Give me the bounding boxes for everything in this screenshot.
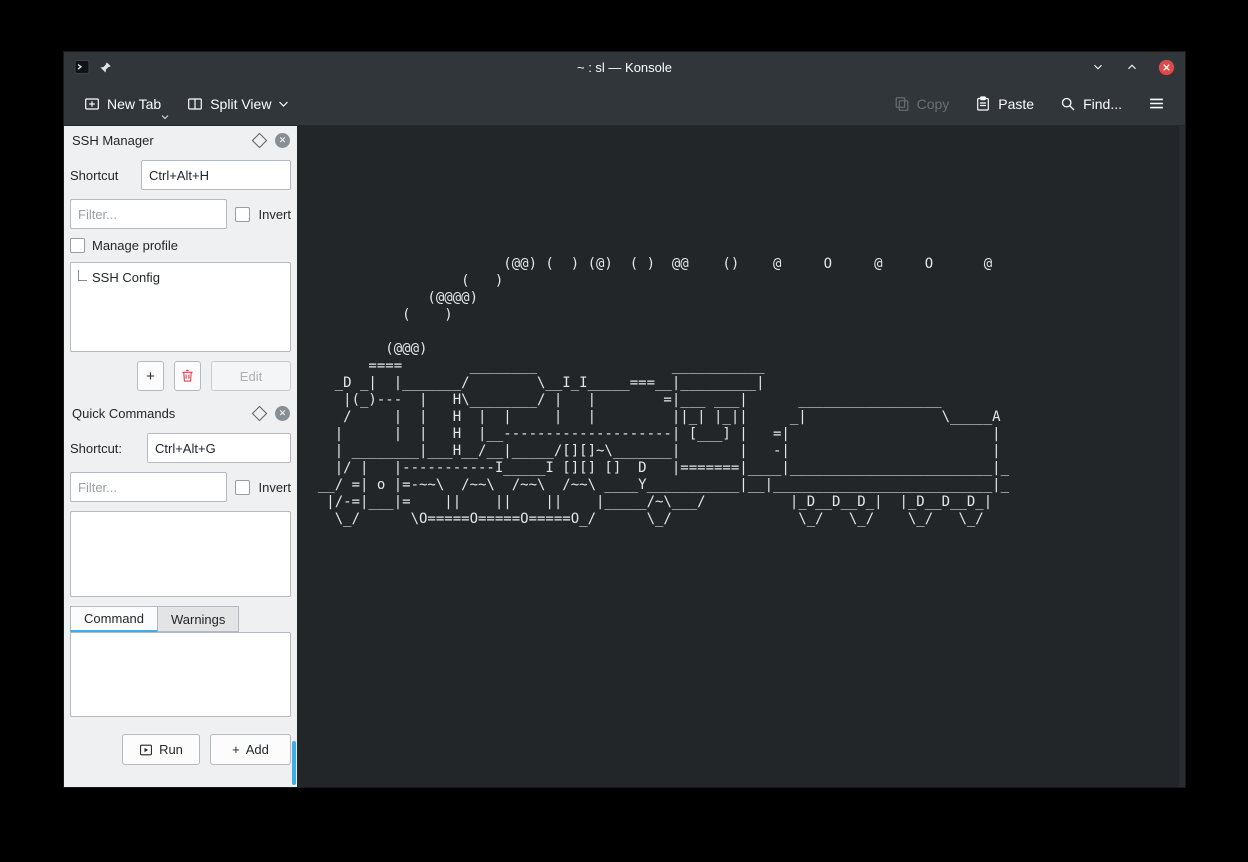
- quick-commands-body: Shortcut: Invert Command Warnings: [64, 427, 297, 773]
- qc-invert-label: Invert: [258, 480, 291, 495]
- copy-label: Copy: [917, 96, 950, 112]
- split-view-label: Split View: [210, 96, 271, 112]
- new-tab-icon: [84, 96, 100, 112]
- delete-ssh-button[interactable]: [174, 361, 201, 391]
- ssh-manager-body: Shortcut Invert Manage profile: [64, 154, 297, 399]
- terminal-scrollbar[interactable]: [1179, 126, 1185, 787]
- titlebar[interactable]: ~ : sl — Konsole: [64, 52, 1185, 82]
- close-panel-icon[interactable]: ✕: [275, 406, 290, 421]
- float-panel-icon[interactable]: [252, 132, 268, 148]
- ssh-invert-label: Invert: [258, 207, 291, 222]
- edit-ssh-button[interactable]: Edit: [211, 361, 291, 391]
- add-ssh-button[interactable]: +: [137, 361, 164, 391]
- tree-branch-icon: [78, 270, 87, 281]
- new-tab-label: New Tab: [107, 96, 161, 112]
- titlebar-right: [955, 58, 1175, 76]
- ascii-train-art: (@@) ( ) (@) ( ) @@ () @ O @ O @ ( ) (@@…: [297, 126, 1185, 528]
- new-tab-button[interactable]: New Tab: [76, 89, 169, 119]
- titlebar-left: [74, 59, 294, 75]
- sidebar: SSH Manager ✕ Shortcut Invert: [64, 126, 297, 787]
- run-label: Run: [159, 742, 183, 757]
- manage-profile-label: Manage profile: [92, 238, 178, 253]
- search-icon: [1060, 96, 1076, 112]
- qc-command-list[interactable]: [70, 511, 291, 597]
- terminal-display[interactable]: (@@) ( ) (@) ( ) @@ () @ O @ O @ ( ) (@@…: [297, 126, 1185, 787]
- split-view-icon: [187, 96, 203, 112]
- sidebar-scrollbar-thumb[interactable]: [292, 741, 296, 785]
- find-label: Find...: [1083, 96, 1122, 112]
- tree-item-label: SSH Config: [92, 270, 160, 285]
- qc-shortcut-input[interactable]: [147, 433, 291, 463]
- trash-icon: [181, 369, 194, 383]
- split-view-button[interactable]: Split View: [179, 89, 297, 119]
- ssh-manager-header[interactable]: SSH Manager ✕: [64, 126, 297, 154]
- ssh-manager-panel: SSH Manager ✕ Shortcut Invert: [64, 126, 297, 399]
- add-command-button[interactable]: + Add: [210, 734, 291, 765]
- konsole-window: ~ : sl — Konsole: [64, 52, 1185, 787]
- paste-label: Paste: [998, 96, 1034, 112]
- plus-icon: +: [146, 368, 155, 385]
- qc-shortcut-label: Shortcut:: [70, 441, 122, 456]
- copy-icon: [894, 96, 910, 112]
- quick-commands-panel: Quick Commands ✕ Shortcut: Invert: [64, 399, 297, 773]
- maximize-button[interactable]: [1123, 58, 1141, 76]
- new-tab-menu-caret[interactable]: [161, 114, 169, 120]
- chevron-down-icon: [278, 100, 289, 108]
- plus-icon: +: [232, 742, 240, 757]
- qc-filter-input[interactable]: [70, 472, 227, 502]
- window-title: ~ : sl — Konsole: [294, 60, 955, 75]
- konsole-app-icon: [74, 59, 90, 75]
- qc-invert-checkbox[interactable]: [235, 480, 250, 495]
- tab-command[interactable]: Command: [70, 606, 158, 632]
- float-panel-icon[interactable]: [252, 405, 268, 421]
- paste-icon: [975, 96, 991, 112]
- minimize-button[interactable]: [1089, 58, 1107, 76]
- ssh-manager-title: SSH Manager: [72, 133, 244, 148]
- close-button[interactable]: [1157, 58, 1175, 76]
- paste-button[interactable]: Paste: [967, 89, 1042, 119]
- list-item[interactable]: SSH Config: [71, 263, 290, 285]
- ssh-shortcut-label: Shortcut: [70, 168, 118, 183]
- close-panel-icon[interactable]: ✕: [275, 133, 290, 148]
- quick-commands-header[interactable]: Quick Commands ✕: [64, 399, 297, 427]
- ssh-shortcut-input[interactable]: [141, 160, 291, 190]
- find-button[interactable]: Find...: [1052, 89, 1130, 119]
- hamburger-icon: [1148, 95, 1165, 112]
- menu-button[interactable]: [1140, 88, 1173, 119]
- toolbar: New Tab Split View: [64, 82, 1185, 126]
- copy-button[interactable]: Copy: [886, 89, 958, 119]
- manage-profile-checkbox[interactable]: [70, 238, 85, 253]
- add-label: Add: [246, 742, 269, 757]
- qc-tab-bar: Command Warnings: [70, 606, 291, 632]
- ssh-profile-list[interactable]: SSH Config: [70, 262, 291, 352]
- desktop-background: ~ : sl — Konsole: [0, 0, 1248, 862]
- command-editor[interactable]: [70, 632, 291, 717]
- window-content: SSH Manager ✕ Shortcut Invert: [64, 126, 1185, 787]
- run-button[interactable]: Run: [122, 734, 200, 765]
- ssh-invert-checkbox[interactable]: [235, 207, 250, 222]
- pin-icon[interactable]: [99, 61, 112, 74]
- quick-commands-title: Quick Commands: [72, 406, 244, 421]
- run-icon: [139, 743, 153, 757]
- tab-warnings[interactable]: Warnings: [158, 606, 239, 632]
- ssh-filter-input[interactable]: [70, 199, 227, 229]
